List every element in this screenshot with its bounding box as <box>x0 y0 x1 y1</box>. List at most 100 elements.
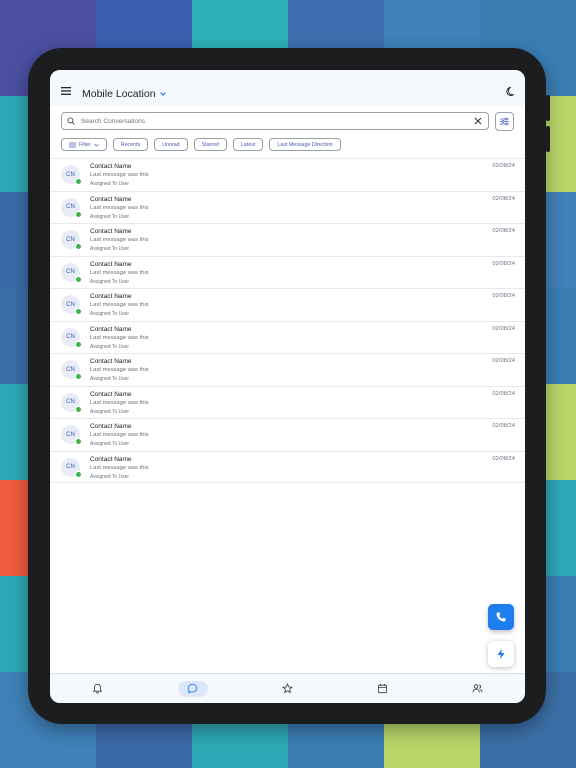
assigned-user: Assigned To User <box>90 278 130 285</box>
assigned-user: Assigned To User <box>90 213 130 220</box>
chip-starred[interactable]: Starred <box>193 138 227 151</box>
chip-last-message-direction[interactable]: Last Message Direction <box>269 138 341 151</box>
last-message: Last message was this <box>90 367 149 373</box>
bottom-navigation <box>50 673 525 703</box>
assigned-user: Assigned To User <box>90 343 130 350</box>
contact-name: Contact Name <box>90 195 132 203</box>
app-screen: Mobile Location Filter Recents Unread St… <box>50 70 525 703</box>
conversation-row[interactable]: CN Contact Name Last message was this Assig… <box>50 385 525 419</box>
hamburger-menu-icon[interactable] <box>61 87 71 95</box>
last-message: Last message was this <box>90 302 149 308</box>
message-date: 02/08/24 <box>492 293 515 299</box>
volume-down-button <box>546 126 550 152</box>
chip-filter[interactable]: Filter <box>61 138 107 151</box>
chip-starred-label: Starred <box>201 141 219 148</box>
page-title: Mobile Location <box>82 88 156 100</box>
assigned-user: Assigned To User <box>90 181 130 187</box>
online-status-dot <box>75 243 82 250</box>
call-button[interactable] <box>488 604 514 630</box>
assigned-user: Assigned To User <box>90 441 130 447</box>
users-icon <box>472 684 483 693</box>
message-date: 02/08/24 <box>492 260 515 267</box>
chip-latest-label: Latest <box>240 141 256 148</box>
search-input[interactable] <box>81 117 461 125</box>
sliders-icon <box>500 117 509 126</box>
chip-filter-label: Filter <box>79 141 91 148</box>
contact-name: Contact Name <box>90 455 132 463</box>
lightning-bolt-icon <box>497 648 505 660</box>
conversation-row[interactable]: CN Contact Name Last message was this Assig… <box>50 320 525 354</box>
chip-unread-label: Unread <box>162 141 180 148</box>
conversation-row[interactable]: CN Contact Name Last message was this Assig… <box>50 288 525 321</box>
last-message: Last message was this <box>90 432 149 438</box>
close-icon[interactable] <box>473 116 483 126</box>
chip-recents-label: Recents <box>120 141 141 148</box>
nav-notifications[interactable] <box>83 681 113 697</box>
contact-name: Contact Name <box>90 325 132 333</box>
last-message: Last message was this <box>90 269 149 276</box>
nav-contacts[interactable] <box>463 681 493 697</box>
online-status-dot <box>75 210 82 218</box>
filter-lines-icon <box>69 142 76 147</box>
search-bar <box>61 112 489 130</box>
message-date: 02/08/24 <box>492 228 515 234</box>
contact-name: Contact Name <box>90 293 132 300</box>
message-date: 02/08/24 <box>492 455 515 462</box>
quick-action-button[interactable] <box>488 641 514 667</box>
last-message: Last message was this <box>90 172 149 178</box>
phone-icon <box>496 612 506 622</box>
last-message: Last message was this <box>90 334 149 341</box>
filter-chips: Filter Recents Unread Starred Latest Las… <box>61 138 341 151</box>
chip-last-message-direction-label: Last Message Direction <box>277 141 333 148</box>
message-date: 02/08/24 <box>492 195 515 202</box>
nav-starred[interactable] <box>273 681 303 697</box>
online-status-dot <box>75 438 82 445</box>
online-status-dot <box>75 275 82 283</box>
location-selector[interactable]: Mobile Location <box>82 88 167 100</box>
online-status-dot <box>75 308 82 315</box>
online-status-dot <box>75 470 82 478</box>
chip-latest[interactable]: Latest <box>232 138 264 151</box>
assigned-user: Assigned To User <box>90 246 130 252</box>
message-date: 02/08/24 <box>492 390 515 397</box>
contact-name: Contact Name <box>90 260 132 268</box>
last-message: Last message was this <box>90 464 149 471</box>
conversation-row[interactable]: CN Contact Name Last message was this Assig… <box>50 353 525 386</box>
message-date: 02/08/24 <box>492 163 515 169</box>
conversation-row[interactable]: CN Contact Name Last message was this Assig… <box>50 190 525 224</box>
last-message: Last message was this <box>90 399 149 406</box>
bell-icon <box>92 683 103 694</box>
last-message: Last message was this <box>90 204 149 211</box>
nav-calendar[interactable] <box>368 681 398 697</box>
chip-recents[interactable]: Recents <box>112 138 149 151</box>
star-icon <box>282 683 293 694</box>
conversation-row[interactable]: CN Contact Name Last message was this Assig… <box>50 418 525 451</box>
chat-bubble-icon <box>187 683 198 694</box>
chevron-down-icon <box>94 143 99 146</box>
assigned-user: Assigned To User <box>90 408 130 415</box>
contact-name: Contact Name <box>90 423 132 430</box>
nav-conversations[interactable] <box>177 680 208 697</box>
online-status-dot <box>75 340 82 348</box>
sliders-filter-button[interactable] <box>495 112 514 131</box>
conversation-row[interactable]: CN Contact Name Last message was this Assig… <box>50 255 525 289</box>
contact-name: Contact Name <box>90 358 132 365</box>
online-status-dot <box>75 405 82 413</box>
contact-name: Contact Name <box>90 390 132 398</box>
message-date: 02/08/24 <box>492 423 515 429</box>
last-message: Last message was this <box>90 237 149 243</box>
moon-icon[interactable] <box>506 86 517 97</box>
conversation-row[interactable]: CN Contact Name Last message was this Assig… <box>50 223 525 256</box>
conversation-row[interactable]: CN Contact Name Last message was this Assig… <box>50 158 525 191</box>
app-header: Mobile Location <box>50 70 525 106</box>
assigned-user: Assigned To User <box>90 473 130 480</box>
assigned-user: Assigned To User <box>90 311 130 317</box>
online-status-dot <box>75 178 82 185</box>
chip-unread[interactable]: Unread <box>154 138 188 151</box>
contact-name: Contact Name <box>90 228 132 235</box>
calendar-icon <box>378 684 387 694</box>
search-icon <box>67 117 75 125</box>
conversation-row[interactable]: CN Contact Name Last message was this Assig… <box>50 450 525 483</box>
conversation-list: CN Contact Name Last message was this Assig… <box>50 158 525 483</box>
volume-up-button <box>546 95 550 121</box>
